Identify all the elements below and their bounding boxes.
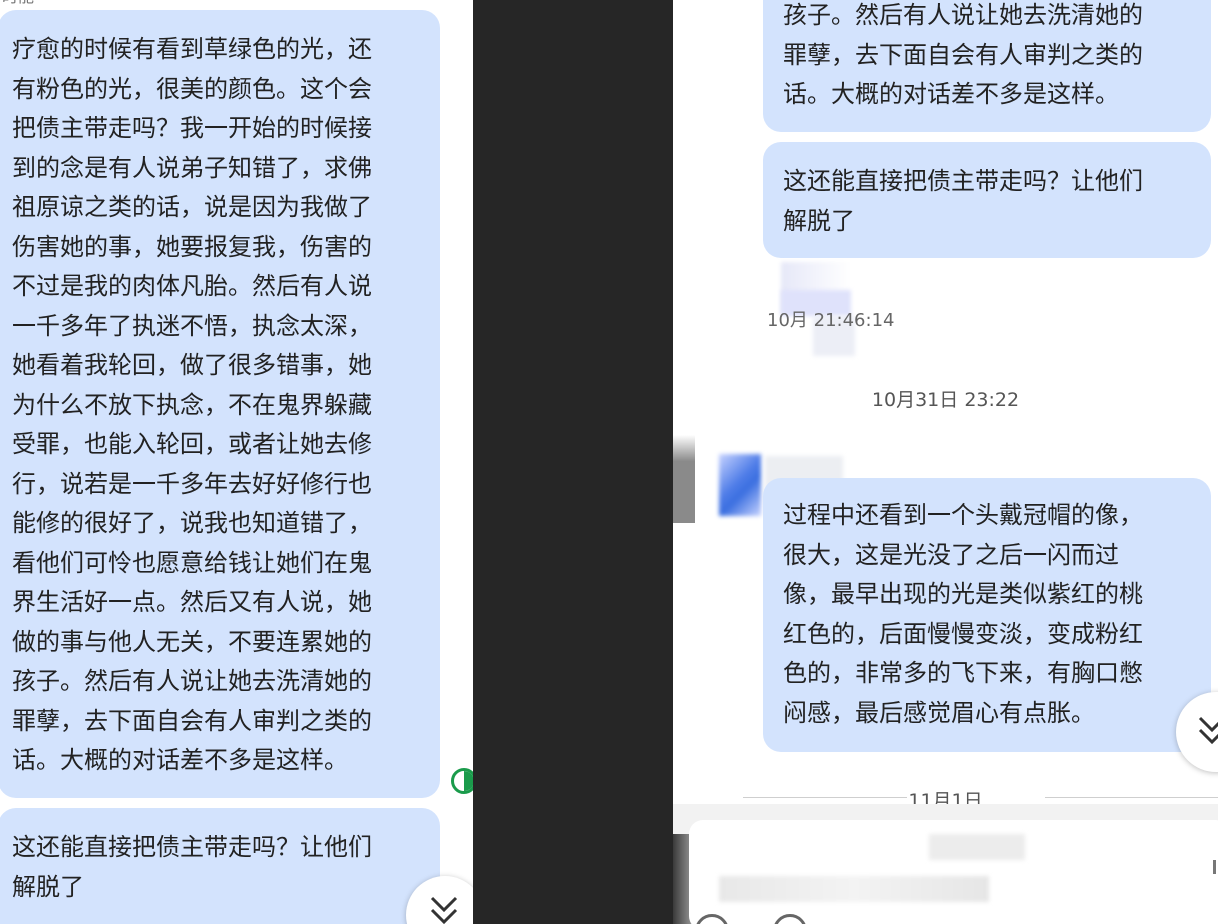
blurred-input-content: [929, 834, 1025, 860]
left-chat-pane: 时能 疗愈的时候有看到草绿色的光，还 有粉色的光，很美的颜色。这个会 把债主带走…: [0, 0, 473, 924]
blurred-input-content: [719, 876, 989, 902]
divider-gap: [473, 0, 673, 924]
blurred-avatar: [719, 454, 761, 516]
message-bubble[interactable]: 这还能直接把债主带走吗？让他们 解脱了: [763, 142, 1211, 258]
text-cursor: [1213, 860, 1216, 874]
edge-artifact: [673, 435, 695, 523]
date-separator: 10月31日 23:22: [871, 389, 1020, 411]
composer-area: [673, 804, 1218, 924]
message-timestamp: 10月 21:46:14: [767, 310, 895, 331]
message-bubble[interactable]: 过程中还看到一个头戴冠帽的像， 很大，这是光没了之后一闪而过 像，最早出现的光是…: [763, 478, 1211, 752]
right-chat-pane: 孩子。然后有人说让她去洗清她的 罪孽，去下面自会有人审判之类的 话。大概的对话差…: [673, 0, 1218, 924]
truncated-text: 时能: [2, 0, 34, 6]
double-chevron-down-icon: [428, 892, 460, 924]
message-input[interactable]: [689, 820, 1218, 924]
message-bubble[interactable]: 这还能直接把债主带走吗？让他们 解脱了: [0, 808, 440, 924]
message-bubble[interactable]: 疗愈的时候有看到草绿色的光，还 有粉色的光，很美的颜色。这个会 把债主带走吗？我…: [0, 10, 440, 798]
double-chevron-down-icon: [1196, 712, 1218, 750]
message-bubble[interactable]: 孩子。然后有人说让她去洗清她的 罪孽，去下面自会有人审判之类的 话。大概的对话差…: [763, 0, 1211, 132]
contrast-icon[interactable]: [451, 768, 473, 794]
